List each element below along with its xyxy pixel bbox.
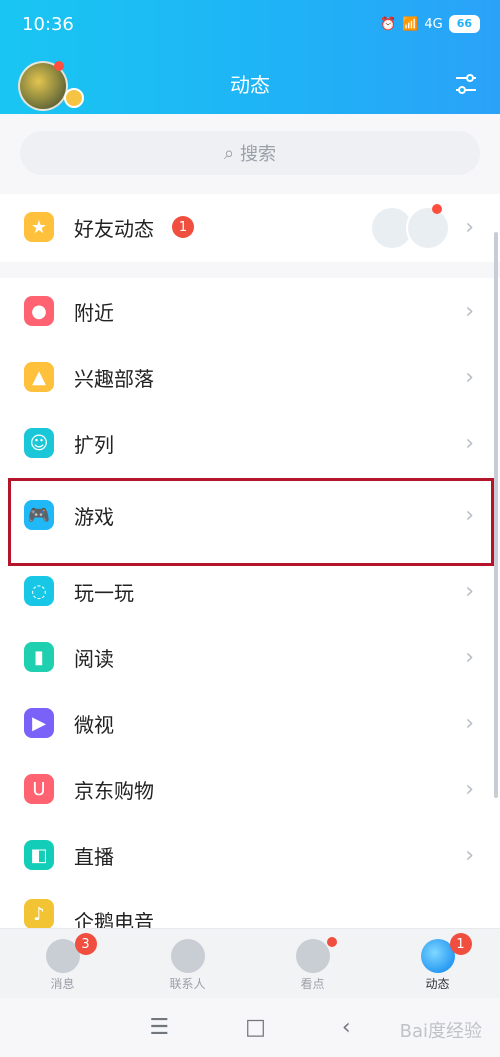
star-icon: ★ <box>24 212 54 242</box>
list-item-penguin-music[interactable]: ♪ 企鹅电音 <box>0 888 500 928</box>
tab-kandian[interactable]: 看点 <box>250 929 375 999</box>
list-item-label: 玩一玩 <box>74 580 134 605</box>
tab-label: 消息 <box>50 977 75 991</box>
games-highlight-box <box>8 478 494 566</box>
friend-feed-badge: 1 <box>172 216 194 238</box>
list-item-label: 企鹅电音 <box>74 909 154 929</box>
friend-avatar-dot <box>432 204 442 214</box>
chevron-right-icon: › <box>465 644 474 670</box>
chevron-right-icon: › <box>465 364 474 390</box>
planet-icon: ◌ <box>24 576 54 606</box>
search-placeholder: 搜索 <box>240 144 277 165</box>
friend-feed-card: ★ 好友动态 1 › <box>0 194 500 262</box>
messages-badge: 3 <box>74 933 97 955</box>
tab-label: 动态 <box>425 977 450 991</box>
chevron-right-icon: › <box>465 298 474 324</box>
tab-label: 联系人 <box>169 977 206 991</box>
network-type: 4G <box>424 16 443 32</box>
tab-contacts[interactable]: 联系人 <box>125 929 250 999</box>
list-item-nearby[interactable]: ● 附近 › <box>0 278 500 344</box>
friend-feed-row[interactable]: ★ 好友动态 1 › <box>0 194 500 260</box>
settings-sliders-icon[interactable] <box>452 70 480 98</box>
list-item-label: 扩列 <box>74 432 114 457</box>
chevron-right-icon: › <box>465 430 474 456</box>
live-icon: ◧ <box>24 840 54 870</box>
back-icon[interactable]: ‹ <box>342 1015 351 1040</box>
chevron-right-icon: › <box>465 710 474 736</box>
home-icon[interactable]: □ <box>245 1015 266 1040</box>
search-bar[interactable]: ⌕ 搜索 <box>20 131 480 175</box>
list-item-play[interactable]: ◌ 玩一玩 › <box>0 558 500 624</box>
status-icons: ⏰ 📶 4G 66 <box>380 15 480 33</box>
music-icon: ♪ <box>24 899 54 928</box>
bottom-navigation: 3 消息 联系人 看点 1 动态 <box>0 928 500 999</box>
baidu-watermark: Bai度经验 <box>399 1021 482 1042</box>
tab-label: 看点 <box>300 977 325 991</box>
play-icon: ▶ <box>24 708 54 738</box>
chevron-right-icon: › <box>465 578 474 604</box>
tent-icon: ▲ <box>24 362 54 392</box>
friend-feed-label: 好友动态 <box>74 216 154 241</box>
friend-avatar-2 <box>406 206 450 250</box>
bag-icon: U <box>24 774 54 804</box>
location-icon: ● <box>24 296 54 326</box>
list-item-label: 阅读 <box>74 646 114 671</box>
main-content: ⌕ 搜索 ★ 好友动态 1 › ● 附近 › ▲ 兴趣部落 › ☺ 扩列 › 🎮… <box>0 114 500 928</box>
chevron-right-icon: › <box>465 776 474 802</box>
list-item-weishi[interactable]: ▶ 微视 › <box>0 690 500 756</box>
smile-plus-icon: ☺ <box>24 428 54 458</box>
book-icon: ▮ <box>24 642 54 672</box>
search-icon: ⌕ <box>223 142 235 164</box>
tab-messages[interactable]: 3 消息 <box>0 929 125 999</box>
list-item-label: 兴趣部落 <box>74 366 154 391</box>
alarm-icon: ⏰ <box>379 16 397 32</box>
menu-icon[interactable]: ☰ <box>149 1015 169 1040</box>
app-header: 10:36 ⏰ 📶 4G 66 动态 <box>0 0 500 114</box>
friend-avatars <box>370 204 454 250</box>
kandian-dot <box>326 937 337 947</box>
list-item-reading[interactable]: ▮ 阅读 › <box>0 624 500 690</box>
dynamics-badge: 1 <box>449 933 472 955</box>
list-item-interest-tribe[interactable]: ▲ 兴趣部落 › <box>0 344 500 410</box>
scrollbar[interactable] <box>494 232 498 798</box>
eye-icon <box>295 939 330 973</box>
tab-dynamics[interactable]: 1 动态 <box>375 929 500 999</box>
contacts-icon <box>170 939 205 973</box>
list-item-label: 京东购物 <box>74 778 154 803</box>
list-item-live[interactable]: ◧ 直播 › <box>0 822 500 888</box>
page-title: 动态 <box>230 73 270 97</box>
status-time: 10:36 <box>22 14 74 35</box>
services-list: ● 附近 › ▲ 兴趣部落 › ☺ 扩列 › 🎮 游戏 › ◌ 玩一玩 › ▮ … <box>0 278 500 928</box>
chevron-right-icon: › <box>465 214 474 240</box>
chevron-right-icon: › <box>465 842 474 868</box>
list-item-label: 附近 <box>74 300 114 325</box>
list-item-jd-shopping[interactable]: U 京东购物 › <box>0 756 500 822</box>
list-item-label: 微视 <box>74 712 114 737</box>
battery-indicator: 66 <box>448 15 480 33</box>
signal-icon: 📶 <box>402 16 419 32</box>
list-item-label: 直播 <box>74 844 114 869</box>
list-item-expand[interactable]: ☺ 扩列 › <box>0 410 500 476</box>
